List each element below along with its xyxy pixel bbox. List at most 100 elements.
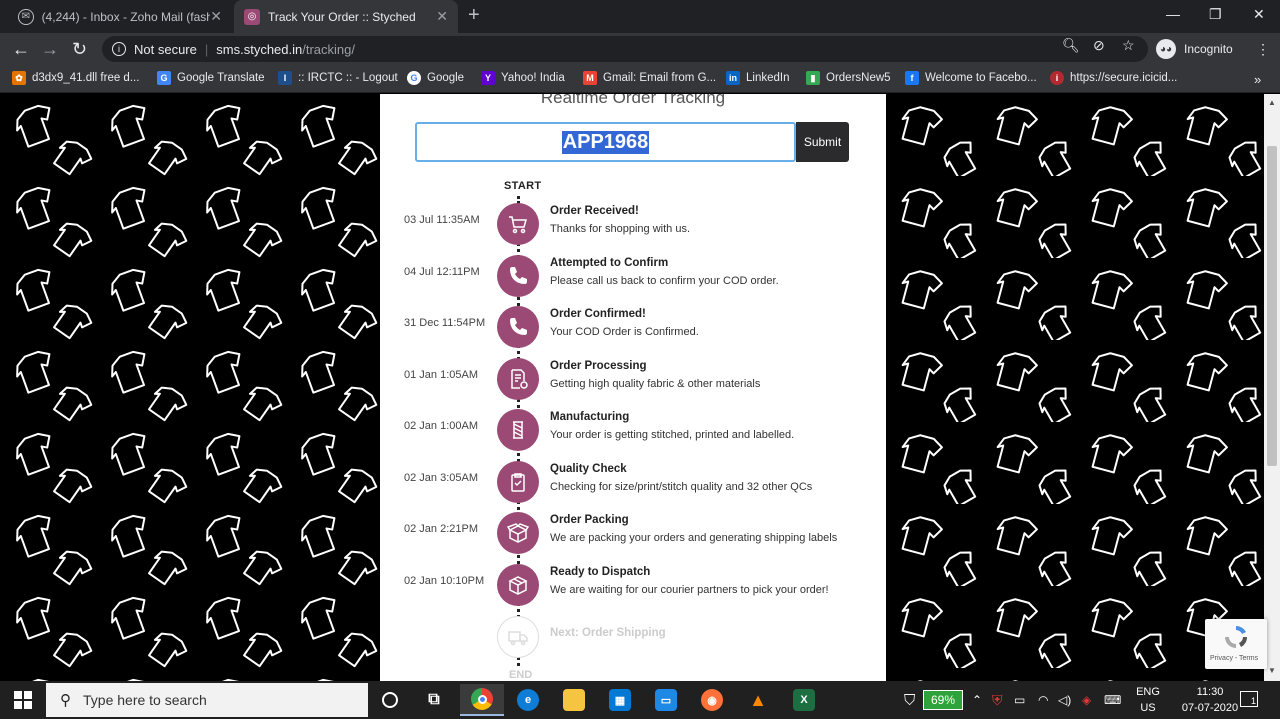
maximize-icon[interactable]: ❐ (1209, 6, 1222, 23)
page-title: Realtime Order Tracking (540, 94, 726, 107)
step-time: 01 Jan 1:05AM (404, 369, 478, 381)
chevron-up-icon[interactable]: ⌃ (972, 681, 982, 719)
tab-track-order[interactable]: ◎ Track Your Order :: Styched ✕ (234, 0, 458, 33)
menu-icon[interactable]: ⋮ (1256, 41, 1270, 58)
order-id-value: APP1968 (561, 130, 650, 154)
language-code: ENG (1136, 686, 1160, 698)
taskbar-computer[interactable]: ▭ (644, 684, 688, 716)
open-box-icon (497, 512, 539, 554)
edge-icon: e (517, 689, 539, 711)
bookmark-item[interactable]: in LinkedIn (726, 71, 789, 85)
phone-icon (497, 255, 539, 297)
step-description: Your COD Order is Confirmed. (550, 326, 699, 338)
bookmark-item[interactable]: G Google Translate (157, 71, 265, 85)
tshirt-pattern-background (0, 94, 380, 681)
cortana-icon (382, 692, 398, 708)
app-tray-icon[interactable]: ◈ (1082, 681, 1091, 719)
bookmark-label: OrdersNew5 (826, 72, 891, 84)
notification-center-icon[interactable]: 1 (1240, 691, 1258, 707)
incognito-badge[interactable]: ◕◕ Incognito (1156, 37, 1233, 61)
timeline-start-label: START (504, 180, 542, 192)
step-description: We are waiting for our courier partners … (550, 584, 829, 596)
taskbar-excel[interactable]: X (782, 684, 826, 716)
task-view-button[interactable]: ⧉ (412, 684, 456, 716)
recaptcha-badge[interactable]: Privacy - Terms (1205, 619, 1267, 669)
bookmark-item[interactable]: I:: IRCTC :: - Logout (278, 71, 398, 85)
bookmark-item[interactable]: G Google (407, 71, 464, 85)
usb-icon[interactable]: ⛉ (904, 681, 915, 719)
orders-icon: ▮ (806, 71, 820, 85)
monitor-icon: ▭ (655, 689, 677, 711)
step-title: Manufacturing (550, 411, 630, 423)
timeline-step-next: Next: Order Shipping (380, 611, 886, 661)
eye-off-icon[interactable]: ⊘ (1093, 37, 1105, 54)
zoom-icon[interactable]: 🔍︎ (1062, 37, 1080, 54)
system-clock[interactable]: 11:30 07-07-2020 (1180, 684, 1240, 716)
forward-icon[interactable]: → (41, 39, 59, 60)
battery-icon[interactable]: ▭ (1014, 681, 1025, 719)
new-tab-icon[interactable]: + (468, 4, 480, 27)
close-icon[interactable]: ✕ (210, 8, 222, 25)
close-icon[interactable]: ✕ (436, 8, 448, 25)
close-window-icon[interactable]: ✕ (1253, 6, 1265, 23)
scroll-down-icon[interactable]: ▼ (1268, 666, 1276, 675)
tab-zoho-mail[interactable]: ✉ (4,244) - Inbox - Zoho Mail (fashi ✕ (8, 0, 232, 33)
timeline-step: 02 Jan 3:05AM Quality Check Checking for… (380, 456, 886, 506)
tab-title: (4,244) - Inbox - Zoho Mail (fashi (41, 9, 211, 24)
browser-toolbar: ← → ↻ i Not secure | sms.styched.in/trac… (0, 33, 1280, 65)
taskbar-search-input[interactable]: ⚲ Type here to search (46, 683, 368, 717)
search-placeholder: Type here to search (83, 692, 207, 708)
taskbar-chrome[interactable] (460, 684, 504, 716)
antivirus-icon[interactable]: ⛨ (992, 681, 1003, 719)
scrollbar-thumb[interactable] (1267, 146, 1277, 466)
step-time: 31 Dec 11:54PM (404, 317, 486, 329)
url-host: sms.styched.in (216, 41, 303, 57)
translate-icon: G (157, 71, 171, 85)
language-indicator[interactable]: ENG US (1134, 684, 1162, 716)
bookmarks-bar: ✿ d3dx9_41.dll free d... G Google Translat… (0, 65, 1280, 93)
timeline-step: 02 Jan 2:21PM Order Packing We are packi… (380, 507, 886, 557)
document-gear-icon (497, 358, 539, 400)
tracking-panel: Realtime Order Tracking APP1968 Submit S… (380, 94, 886, 681)
battery-indicator[interactable]: 69% (923, 690, 963, 710)
info-icon[interactable]: i (112, 42, 126, 56)
submit-button[interactable]: Submit (796, 122, 849, 162)
step-title: Attempted to Confirm (550, 257, 669, 269)
bookmark-item[interactable]: ▮ OrdersNew5 (806, 71, 891, 85)
recaptcha-links[interactable]: Privacy - Terms (1210, 655, 1258, 662)
bookmark-item[interactable]: M Gmail: Email from G... (583, 71, 716, 85)
cart-icon (497, 203, 539, 245)
taskbar-store[interactable]: ▦ (598, 684, 642, 716)
timeline-end-label: END (509, 669, 533, 681)
step-description: Checking for size/print/stitch quality a… (550, 481, 813, 493)
chevron-double-right-icon[interactable]: » (1254, 72, 1261, 87)
address-bar[interactable]: i Not secure | sms.styched.in/tracking/ (102, 36, 1148, 62)
styched-logo-icon: ◎ (244, 8, 260, 25)
bookmark-label: :: IRCTC :: - Logout (298, 72, 398, 84)
page-scrollbar[interactable]: ▲ ▼ (1264, 94, 1280, 681)
excel-icon: X (793, 689, 815, 711)
region-code: US (1140, 702, 1156, 714)
reload-icon[interactable]: ↻ (72, 39, 87, 60)
cortana-button[interactable] (368, 684, 412, 716)
bookmark-item[interactable]: Y Yahoo! India (481, 71, 565, 85)
volume-icon[interactable]: ◁) (1058, 681, 1071, 719)
bookmark-item[interactable]: i https://secure.icicid... (1050, 71, 1177, 85)
wifi-icon[interactable]: ◠ (1038, 681, 1048, 719)
windows-start-icon[interactable] (14, 691, 32, 709)
taskbar-edge[interactable]: e (506, 684, 550, 716)
minimize-icon[interactable]: — (1166, 6, 1180, 22)
taskbar-vlc[interactable]: ▲ (736, 684, 780, 716)
back-icon[interactable]: ← (12, 39, 30, 60)
bookmark-item[interactable]: ✿ d3dx9_41.dll free d... (12, 71, 139, 85)
bookmark-label: Yahoo! India (501, 72, 565, 84)
order-id-input[interactable]: APP1968 (415, 122, 796, 162)
scroll-up-icon[interactable]: ▲ (1268, 98, 1276, 107)
keyboard-icon[interactable]: ⌨ (1104, 681, 1121, 719)
star-icon[interactable]: ☆ (1122, 37, 1135, 54)
timeline-step: 03 Jul 11:35AM Order Received! Thanks fo… (380, 198, 886, 248)
firefox-icon: ◉ (701, 689, 723, 711)
bookmark-item[interactable]: f Welcome to Facebo... (905, 71, 1037, 85)
taskbar-file-explorer[interactable] (552, 684, 596, 716)
taskbar-firefox[interactable]: ◉ (690, 684, 734, 716)
